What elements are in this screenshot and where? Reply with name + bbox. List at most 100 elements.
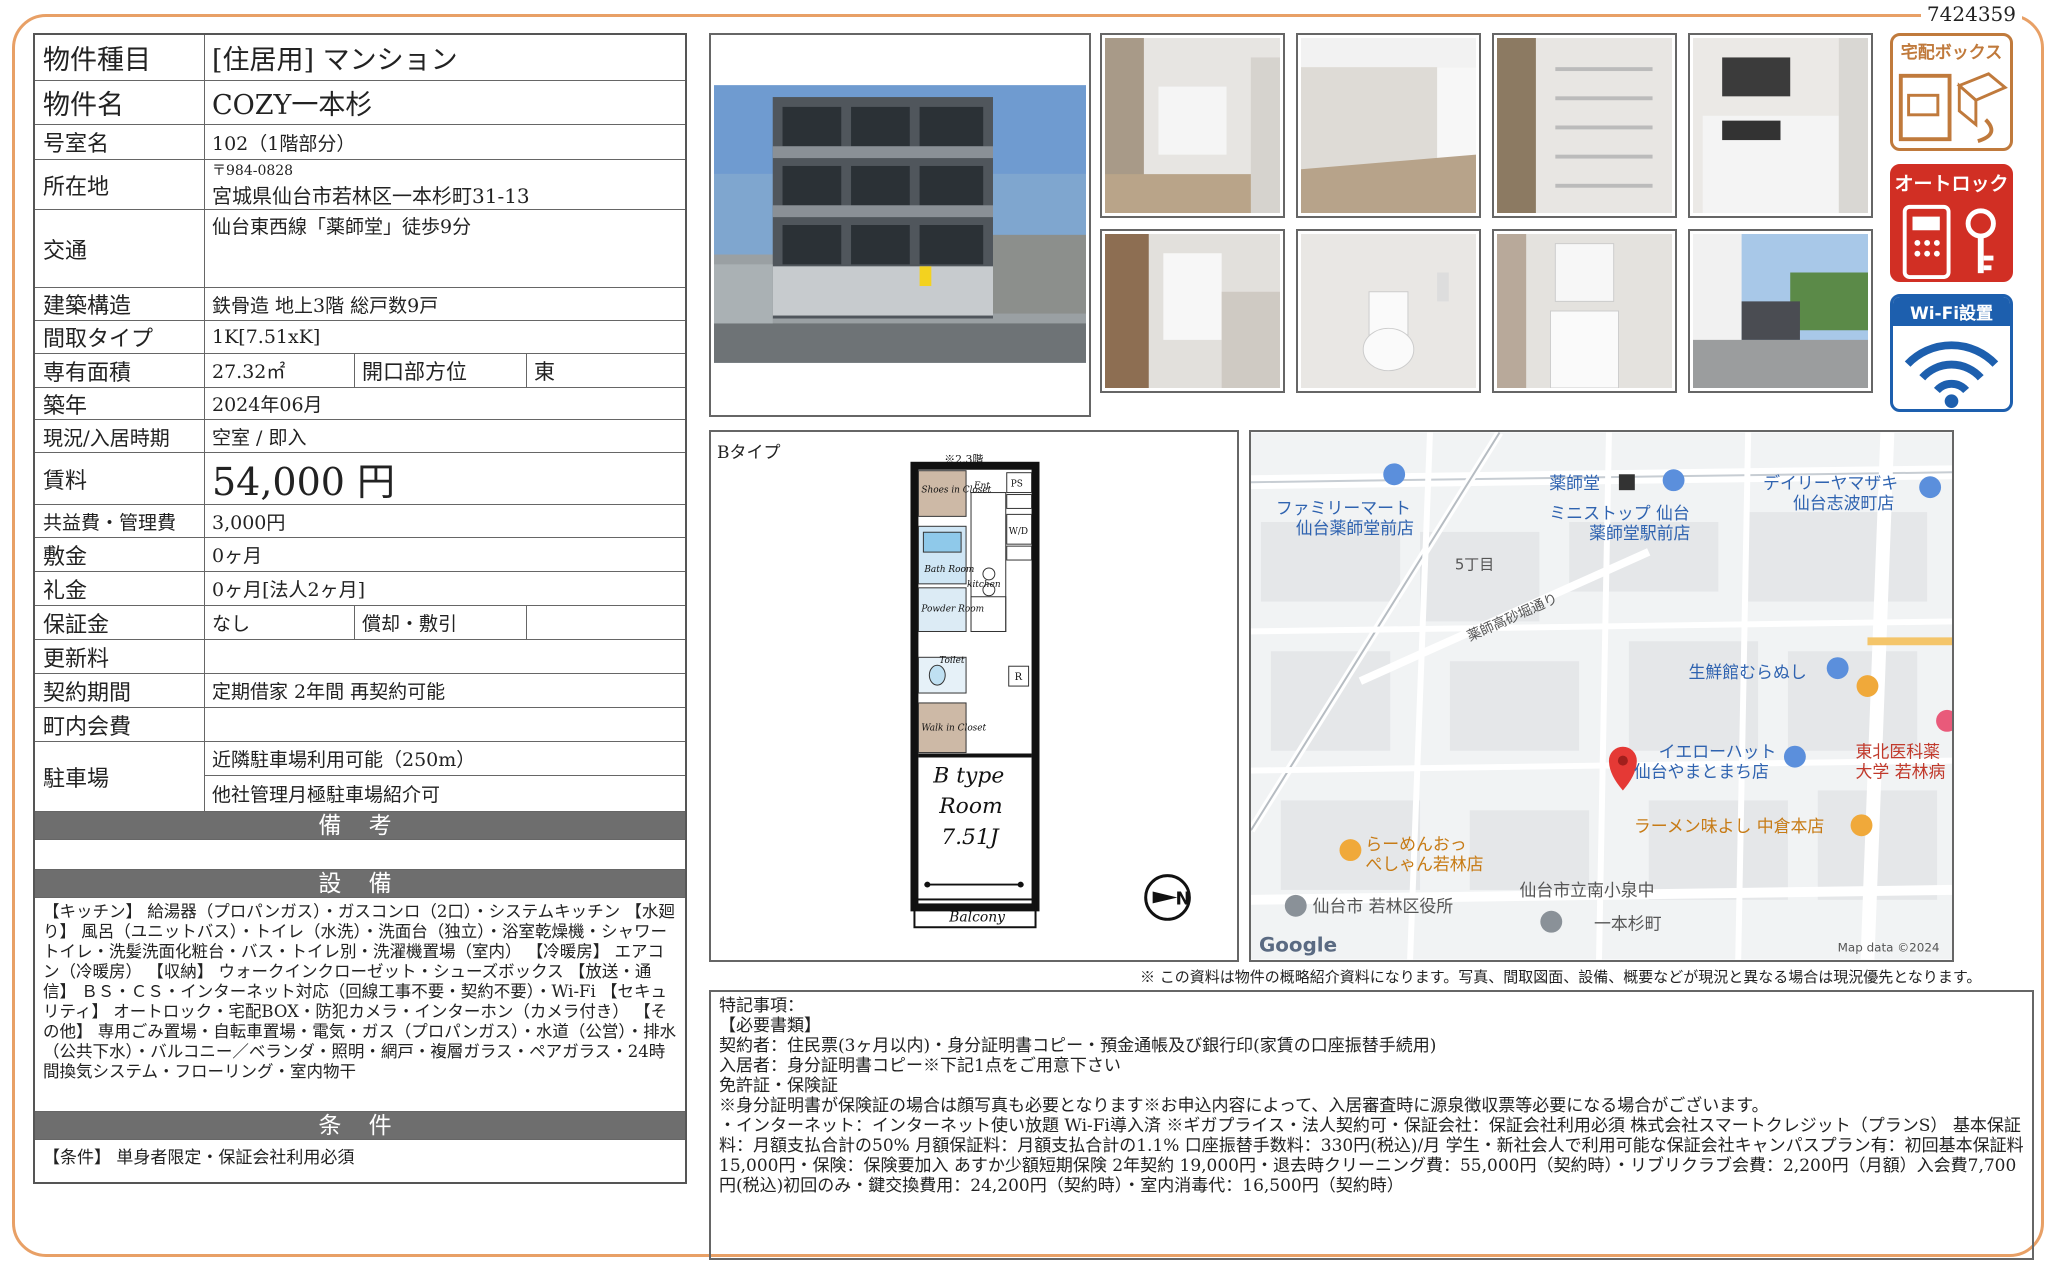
fp-room-title: B type [932,763,1004,788]
key-label: 礼金 [35,572,205,605]
row-type: 物件種目 [住居用] マンション [35,35,685,81]
row-contract: 契約期間 定期借家 2年間 再契約可能 [35,674,685,708]
floorplan-drawing: N ※2,3階 Shoes in Closet Ent Bath Room Po… [910,452,1191,929]
floorplan-panel: Bタイプ N ※2,3階 Shoes in Closet Ent Bath Ro… [709,430,1239,962]
map-drawing: 薬師堂 ファミリーマート 仙台薬師堂前店 ミニストップ 仙台 薬師堂駅前店 デイ… [1251,432,1952,960]
photo-toilet [1296,229,1481,393]
fp-r: R [1015,672,1023,683]
row-guarantee: 保証金 なし 償却・敷引 [35,606,685,640]
map-ward: 仙台市 若林区役所 [1313,896,1454,916]
row-area: 専有面積 27.32㎡ 開口部方位 東 [35,354,685,388]
opening-label: 開口部方位 [355,354,527,387]
renewal-label: 更新料 [35,640,205,673]
contract-label: 契約期間 [35,674,205,707]
autolock-icon [1902,204,1996,279]
fp-balcony: Balcony [948,909,1005,925]
map-raamen-2: ぺしゃん若林店 [1365,854,1483,874]
contract-value: 定期借家 2年間 再契約可能 [212,681,446,703]
map-daily-2: 仙台志波町店 [1793,493,1894,513]
row-deposit: 敷金 0ヶ月 [35,538,685,572]
remarks-heading: 備 考 [35,812,685,840]
photo-vanity [1492,229,1677,393]
remarks-body [35,840,685,870]
map-seisen: 生鮮館むらぬし [1689,662,1807,682]
map-ministop-2: 薬師堂駅前店 [1589,523,1690,543]
status-label: 現況/入居時期 [35,420,205,452]
parking-image [1693,234,1868,388]
map-data-credit: Map data ©2024 [1838,941,1940,955]
delivery-box-icon [1898,72,2008,144]
fp-kitchen: kitchen [967,580,1001,590]
guarantee-value: なし [205,606,355,639]
notes-line-5: ※身分証明書が保険証の場合は顔写真も必要となります※お申込内容によって、入居審査… [719,1096,1769,1116]
badge-delivery-title: 宅配ボックス [1900,43,2003,63]
rent-label: 賃料 [35,453,205,504]
status-value: 空室 / 即入 [212,426,307,449]
parking-value-1: 近隣駐車場利用可能（250m） [205,742,685,776]
badge-wifi-title: Wi-Fi設置 [1893,297,2010,326]
row-layout: 間取タイプ 1K[7.51xK] [35,321,685,354]
badge-delivery-box: 宅配ボックス [1890,33,2013,151]
row-town: 町内会費 [35,708,685,742]
map-famima-1: ファミリーマート [1276,498,1411,518]
row-fee: 共益費・管理費 3,000円 [35,505,685,538]
layout-label: 間取タイプ [35,321,205,353]
fee-value: 3,000円 [212,511,286,534]
washroom-image [1105,234,1280,388]
key-value: 0ヶ月[法人2ヶ月] [212,579,366,601]
amort-label: 償却・敷引 [355,606,527,639]
notes-line-2: 契約者：住民票(3ヶ月以内)・身分証明書コピー・預金通帳及び銀行印(家賃の口座振… [719,1036,1437,1056]
address-label: 所在地 [35,160,205,209]
address-text: 宮城県仙台市若林区一本杉町31-13 [212,184,530,208]
notes-line-6: ・インターネット：インターネット使い放題 Wi-Fi導入済 ※ギガプライス・法人… [719,1116,2024,1196]
equipment-heading: 設 備 [35,870,685,898]
building-image [714,38,1086,412]
map-tohoku-1: 東北医科薬 [1856,742,1941,762]
rent-value: 54,000 円 [212,460,396,504]
map-school: 仙台市立南小泉中 [1519,880,1654,900]
deposit-value: 0ヶ月 [212,545,263,567]
name-label: 物件名 [35,81,205,124]
wifi-icon [1904,341,1999,408]
built-value: 2024年06月 [212,394,323,416]
row-rent: 賃料 54,000 円 [35,453,685,505]
built-label: 築年 [35,388,205,419]
row-status: 現況/入居時期 空室 / 即入 [35,420,685,453]
row-name: 物件名 COZY一本杉 [35,81,685,125]
row-built: 築年 2024年06月 [35,388,685,420]
kitchen-image [1693,38,1868,213]
fp-wd: W/D [1009,527,1028,537]
listing-id: 7424359 [1920,2,2022,26]
parking-label: 駐車場 [35,742,205,811]
special-notes: 特記事項： 【必要書類】 契約者：住民票(3ヶ月以内)・身分証明書コピー・預金通… [709,990,2034,1260]
photo-room-2 [1296,33,1481,218]
fee-label: 共益費・管理費 [35,505,205,537]
notes-line-3: 入居者：身分証明書コピー※下記1点をご用意下さい [719,1056,1121,1076]
badge-autolock-title: オートロック [1894,173,2009,195]
structure-value: 鉄骨造 地上3階 総戸数9戸 [212,294,439,317]
fp-toilet: Toilet [939,656,965,666]
location-map[interactable]: 薬師堂 ファミリーマート 仙台薬師堂前店 ミニストップ 仙台 薬師堂駅前店 デイ… [1249,430,1954,962]
equipment-text: 【キッチン】 給湯器（プロパンガス）・ガスコンロ（2口）・システムキッチン 【水… [35,898,685,1112]
map-yakushido: 薬師堂 [1549,473,1600,493]
fp-walkin: Walk in Closet [921,724,986,734]
type-label: 物件種目 [35,35,205,80]
row-structure: 建築構造 鉄骨造 地上3階 総戸数9戸 [35,288,685,321]
room-label: 号室名 [35,125,205,159]
row-key: 礼金 0ヶ月[法人2ヶ月] [35,572,685,606]
row-renewal: 更新料 [35,640,685,674]
room-image [1105,38,1280,213]
map-ministop-1: ミニストップ 仙台 [1549,503,1690,523]
conditions-heading: 条 件 [35,1112,685,1140]
map-ippon: 一本杉町 [1594,914,1662,934]
closet-image [1497,38,1672,213]
notes-title: 特記事項： [719,996,804,1016]
room-image [1301,38,1476,213]
photo-washroom [1100,229,1285,393]
fp-bath: Bath Room [923,565,974,575]
opening-value: 東 [534,359,555,384]
row-address: 所在地 〒984-0828 宮城県仙台市若林区一本杉町31-13 [35,160,685,210]
photo-closet [1492,33,1677,218]
fp-room-name: Room [938,794,1002,819]
fp-height-note: ※2,3階 [944,452,983,466]
